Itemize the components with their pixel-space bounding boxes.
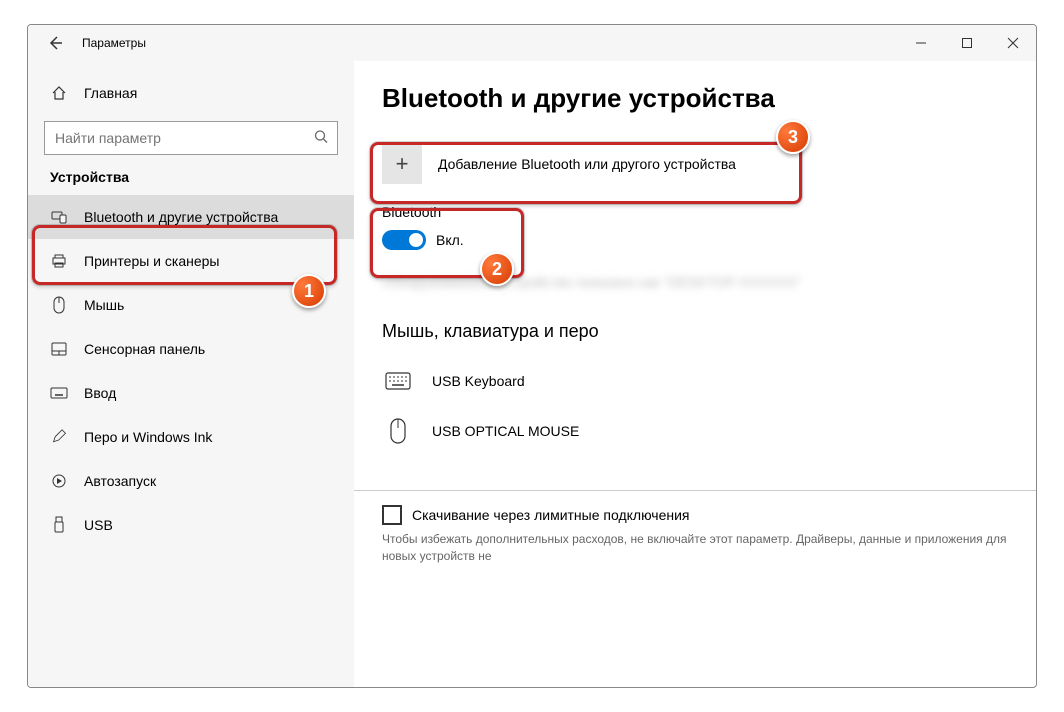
download-metered-checkbox[interactable] [382,505,402,525]
titlebar: Параметры [28,25,1036,61]
close-icon [1007,37,1019,49]
maximize-icon [961,37,973,49]
sidebar-item-label: Принтеры и сканеры [84,253,219,269]
minimize-button[interactable] [898,25,944,61]
device-label: USB Keyboard [432,373,525,389]
add-device-label: Добавление Bluetooth или другого устройс… [438,156,736,172]
sidebar-item-label: Ввод [84,385,116,401]
bluetooth-toggle[interactable] [382,230,426,250]
add-device-button[interactable]: + Добавление Bluetooth или другого устро… [382,136,1008,192]
back-button[interactable] [42,30,68,56]
window-controls [898,25,1036,61]
sidebar-item-pen[interactable]: Перо и Windows Ink [28,415,354,459]
keyboard-icon [382,372,414,390]
maximize-button[interactable] [944,25,990,61]
sidebar-item-usb[interactable]: USB [28,503,354,547]
sidebar-home[interactable]: Главная [28,73,354,113]
search-box[interactable] [44,121,338,155]
touchpad-icon [50,340,68,358]
download-metered-hint: Чтобы избежать дополнительных расходов, … [382,531,1008,565]
sidebar-category: Устройства [28,169,354,195]
search-input[interactable] [55,130,303,146]
close-button[interactable] [990,25,1036,61]
device-row-keyboard[interactable]: USB Keyboard [382,356,1008,406]
divider [354,490,1036,491]
bluetooth-toggle-state: Вкл. [436,232,464,248]
device-label: USB OPTICAL MOUSE [432,423,579,439]
sidebar-item-label: Bluetooth и другие устройства [84,209,278,225]
sidebar-item-autoplay[interactable]: Автозапуск [28,459,354,503]
mouse-icon [50,296,68,314]
window-title: Параметры [82,36,146,50]
section-mouse-kb-pen: Мышь, клавиатура и перо [382,321,1008,342]
main-content: Bluetooth и другие устройства + Добавлен… [354,61,1036,687]
sidebar-item-printers[interactable]: Принтеры и сканеры [28,239,354,283]
sidebar-home-label: Главная [84,85,137,101]
sidebar-item-label: USB [84,517,113,533]
sidebar-item-touchpad[interactable]: Сенсорная панель [28,327,354,371]
device-row-mouse[interactable]: USB OPTICAL MOUSE [382,406,1008,456]
pen-icon [50,428,68,446]
download-metered-label: Скачивание через лимитные подключения [412,507,689,523]
page-title: Bluetooth и другие устройства [382,83,1008,114]
printer-icon [50,252,68,270]
autoplay-icon [50,472,68,490]
download-metered-row: Скачивание через лимитные подключения [382,505,1008,525]
minimize-icon [915,37,927,49]
sidebar-item-label: Автозапуск [84,473,156,489]
sidebar-item-label: Мышь [84,297,124,313]
usb-icon [50,516,68,534]
sidebar: Главная Устройства Bluetooth и другие ус… [28,61,354,687]
home-icon [50,84,68,102]
sidebar-item-label: Сенсорная панель [84,341,205,357]
search-icon [313,129,329,148]
settings-window: Параметры Главная [27,24,1037,688]
arrow-left-icon [47,35,63,51]
sidebar-item-bluetooth[interactable]: Bluetooth и другие устройства [28,195,354,239]
bluetooth-label: Bluetooth [382,204,1008,220]
sidebar-item-typing[interactable]: Ввод [28,371,354,415]
sidebar-item-mouse[interactable]: Мышь [28,283,354,327]
mouse-icon [382,418,414,444]
sidebar-item-label: Перо и Windows Ink [84,429,212,445]
devices-icon [50,208,68,226]
plus-icon: + [382,144,422,184]
keyboard-icon [50,384,68,402]
discoverable-text-blurred: Обнаруживаемое устройство показано как "… [382,272,1008,293]
